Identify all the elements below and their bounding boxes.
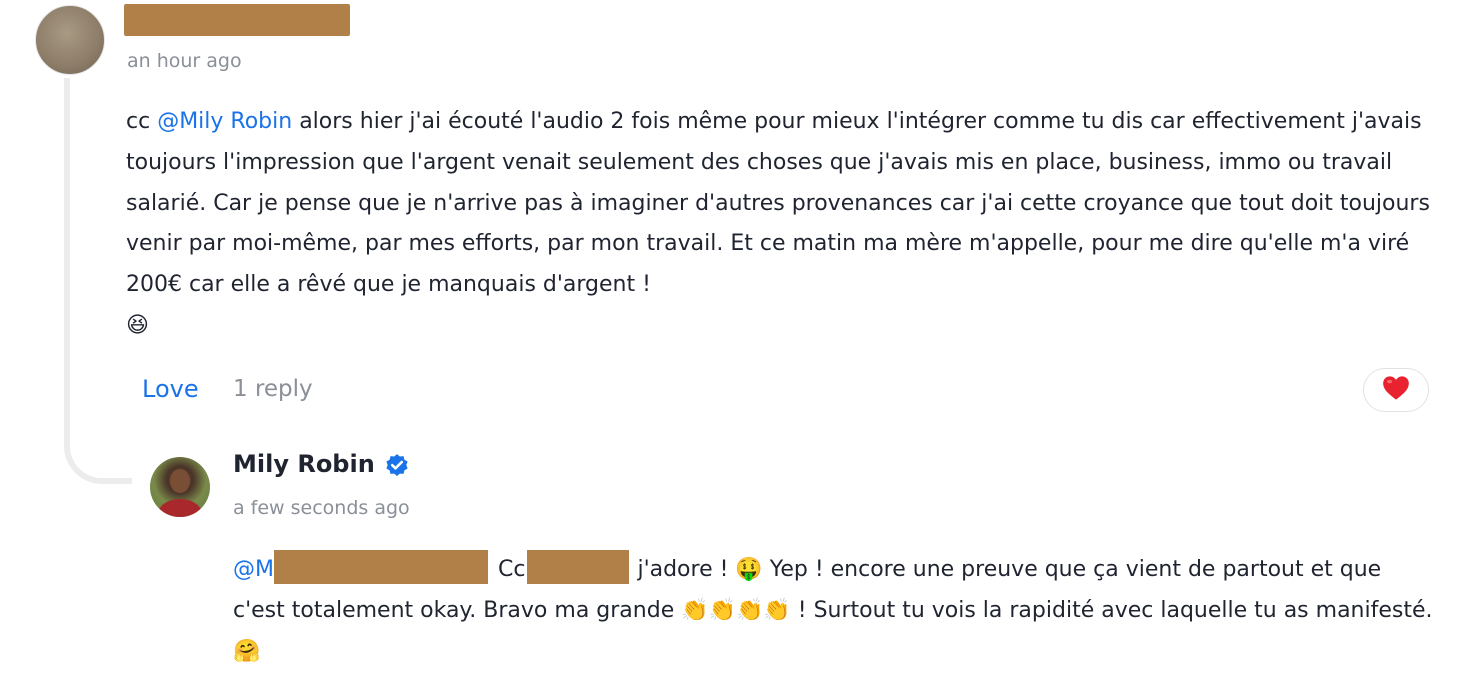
heart-reaction-button[interactable] bbox=[1363, 368, 1429, 412]
reply-cc-label: Cc bbox=[497, 557, 526, 582]
verified-badge-icon bbox=[384, 453, 410, 483]
comment-prefix: cc bbox=[126, 109, 151, 134]
reply-author-name[interactable]: Mily Robin bbox=[233, 450, 375, 478]
reply-timestamp: a few seconds ago bbox=[233, 497, 410, 519]
name-redaction bbox=[527, 550, 630, 584]
laughing-emoji-icon: 😆 bbox=[126, 312, 149, 338]
mention-redaction bbox=[273, 550, 488, 584]
commenter-avatar[interactable] bbox=[35, 5, 105, 75]
reply-mention-link[interactable]: @M bbox=[233, 557, 274, 582]
comment-mention-link[interactable]: @Mily Robin bbox=[157, 109, 292, 134]
comment-timestamp: an hour ago bbox=[127, 50, 242, 72]
reply-body: @M Cc j'adore ! 🤑 Yep ! encore une preuve … bbox=[233, 549, 1433, 672]
thread-connector-line bbox=[64, 78, 132, 484]
reply-author-avatar[interactable] bbox=[150, 457, 210, 517]
comment-body: cc @Mily Robin alors hier j'ai écouté l'… bbox=[126, 102, 1446, 347]
comment-text: alors hier j'ai écouté l'audio 2 fois mê… bbox=[126, 109, 1430, 298]
reply-count-link[interactable]: 1 reply bbox=[233, 376, 313, 402]
heart-icon bbox=[1382, 375, 1410, 405]
love-button[interactable]: Love bbox=[142, 375, 199, 403]
commenter-name-redacted bbox=[124, 4, 350, 36]
